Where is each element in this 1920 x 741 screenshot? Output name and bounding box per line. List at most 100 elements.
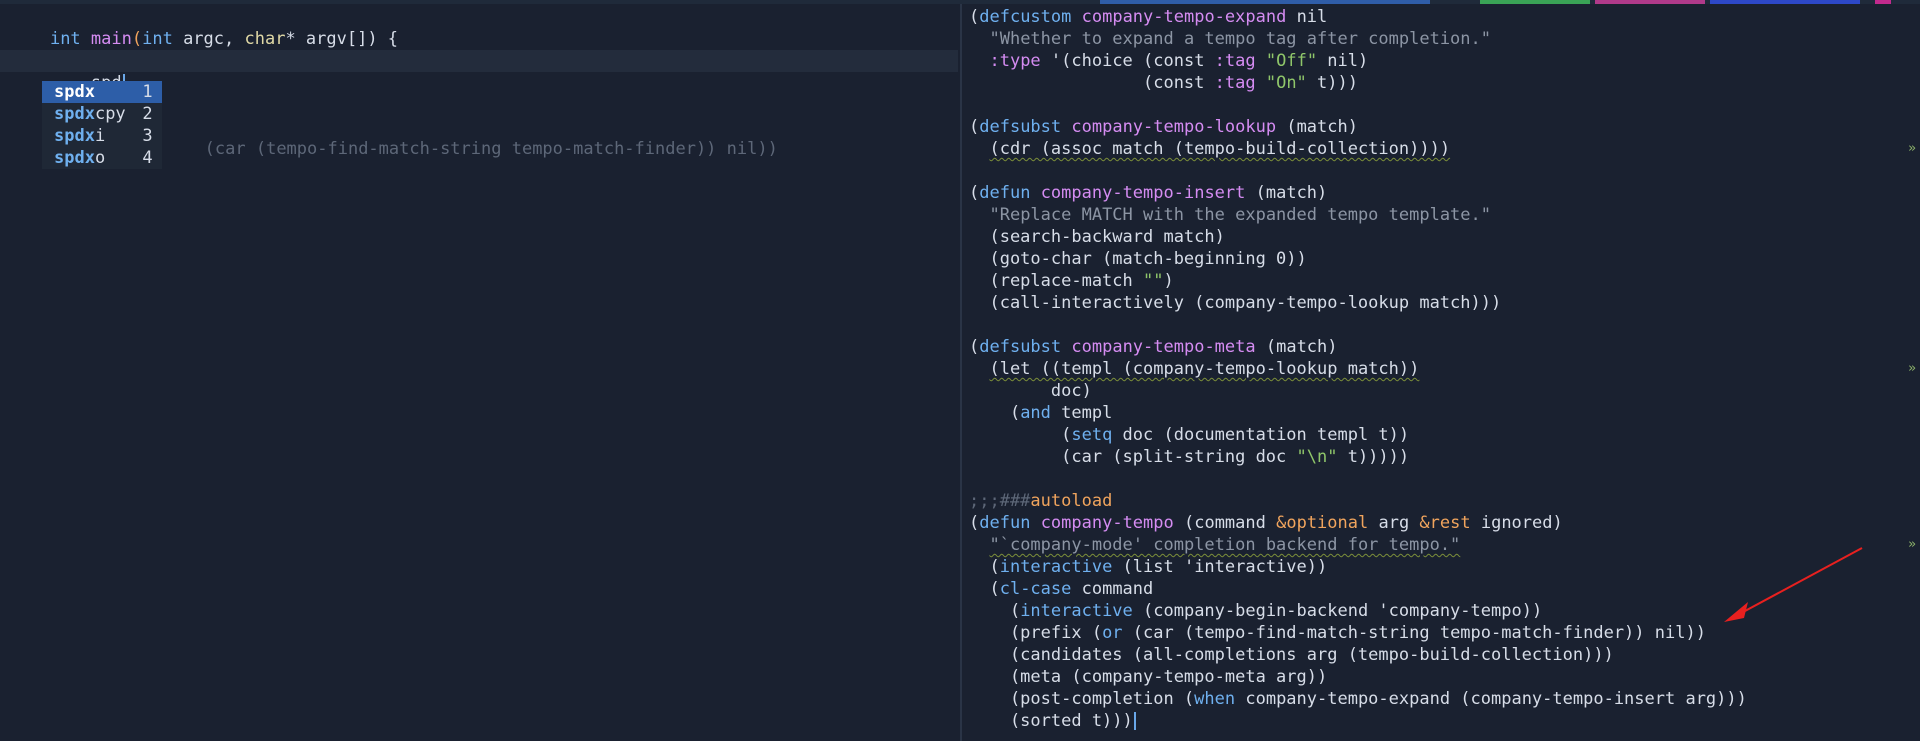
code-token: ;;;### xyxy=(969,491,1031,511)
code-line[interactable]: int main(int argc, char* argv[]) { xyxy=(0,6,958,49)
code-line[interactable]: (defsubst company-tempo-meta (match) xyxy=(963,336,1920,358)
code-line[interactable]: "Replace MATCH with the expanded tempo t… xyxy=(963,204,1920,226)
code-token: defcustom xyxy=(979,7,1072,27)
code-token: ( xyxy=(969,183,980,203)
completion-candidate[interactable]: spdxi 3 xyxy=(42,125,162,147)
code-line[interactable]: (call-interactively (company-tempo-looku… xyxy=(963,292,1920,314)
code-token: defsubst xyxy=(979,337,1062,357)
header-accent-1 xyxy=(1100,0,1430,4)
code-line[interactable]: :type '(choice (const :tag "Off" nil) xyxy=(963,50,1920,72)
code-line[interactable] xyxy=(963,314,1920,336)
code-token: (goto-char (match-beginning 0)) xyxy=(969,249,1307,269)
code-line[interactable]: doc) xyxy=(963,380,1920,402)
completion-candidate[interactable]: spdxo 4 xyxy=(42,147,162,169)
code-line[interactable]: (car (split-string doc "\n" t))))) xyxy=(963,446,1920,468)
current-line[interactable]: spd xyxy=(0,50,958,93)
code-token: cl-case xyxy=(999,579,1072,599)
code-token: (candidates (all-completions arg (tempo-… xyxy=(969,645,1614,665)
code-token: :type xyxy=(989,51,1041,71)
line-overflow-marker: » xyxy=(1908,537,1916,552)
code-token: (car (tempo-find-match-string tempo-matc… xyxy=(1122,623,1706,643)
code-token: (car (split-string doc xyxy=(969,447,1297,467)
code-line[interactable] xyxy=(963,468,1920,490)
right-editor-pane[interactable]: (defcustom company-tempo-expand nil "Whe… xyxy=(963,6,1920,741)
code-line[interactable]: (let ((templ (company-tempo-lookup match… xyxy=(963,358,1920,380)
code-line[interactable]: (search-backward match) xyxy=(963,226,1920,248)
code-line[interactable] xyxy=(963,94,1920,116)
completion-candidate[interactable]: spdx 1 xyxy=(42,81,162,103)
code-token: ) xyxy=(1163,271,1174,291)
code-line[interactable]: ;;;###autoload xyxy=(963,490,1920,512)
code-token: company-tempo-lookup xyxy=(1071,117,1277,137)
code-line[interactable]: (setq doc (documentation templ t)) xyxy=(963,424,1920,446)
code-token: (company-begin-backend 'company-tempo)) xyxy=(1132,601,1543,621)
code-token: ( xyxy=(969,601,1021,621)
code-token: ( xyxy=(969,557,1000,577)
code-line[interactable]: (replace-match "") xyxy=(963,270,1920,292)
code-line[interactable] xyxy=(963,160,1920,182)
code-line[interactable]: (goto-char (match-beginning 0)) xyxy=(963,248,1920,270)
code-line[interactable]: (defun company-tempo-insert (match) xyxy=(963,182,1920,204)
code-line[interactable]: (prefix (or (car (tempo-find-match-strin… xyxy=(963,622,1920,644)
code-token: doc) xyxy=(969,381,1092,401)
completion-candidate[interactable]: spdxcpy 2 xyxy=(42,103,162,125)
code-line[interactable]: (and templ xyxy=(963,402,1920,424)
header-accent-4 xyxy=(1710,0,1860,4)
code-token: (meta (company-tempo-meta arg)) xyxy=(969,667,1328,687)
code-token: setq xyxy=(1071,425,1113,445)
code-line[interactable]: (defcustom company-tempo-expand nil xyxy=(963,6,1920,28)
code-token: "" xyxy=(1143,271,1164,291)
code-token: interactive xyxy=(999,557,1113,577)
code-token: or xyxy=(1102,623,1123,643)
code-token: (replace-match xyxy=(969,271,1143,291)
text-cursor xyxy=(1133,712,1136,730)
code-line[interactable]: (meta (company-tempo-meta arg)) xyxy=(963,666,1920,688)
code-token: command xyxy=(1071,579,1154,599)
code-line[interactable]: "Whether to expand a tempo tag after com… xyxy=(963,28,1920,50)
code-token: ignored) xyxy=(1470,513,1563,533)
code-token: ( xyxy=(969,513,980,533)
candidate-label: spdxcpy xyxy=(54,104,126,124)
code-line[interactable]: (sorted t))) xyxy=(963,710,1920,732)
candidate-number: 1 xyxy=(142,82,153,102)
code-line[interactable]: (defun company-tempo (command &optional … xyxy=(963,512,1920,534)
code-token: interactive xyxy=(1020,601,1133,621)
code-token: '(choice (const xyxy=(1040,51,1215,71)
code-token: ( xyxy=(969,117,980,137)
code-token: nil xyxy=(1286,7,1328,27)
candidate-label: spdxi xyxy=(54,126,106,146)
code-line[interactable]: (candidates (all-completions arg (tempo-… xyxy=(963,644,1920,666)
code-token: "Replace MATCH with the expanded tempo t… xyxy=(989,205,1491,225)
header-accent-3 xyxy=(1595,0,1705,4)
candidate-number: 2 xyxy=(142,104,153,124)
code-token: templ xyxy=(1050,403,1113,423)
code-token: (match) xyxy=(1245,183,1328,203)
completion-popup[interactable]: spdx 1 spdxcpy 2 spdxi 3 spdxo 4 xyxy=(42,81,162,169)
code-token: ( xyxy=(969,425,1072,445)
code-token: "On" xyxy=(1265,73,1307,93)
code-token: :tag xyxy=(1214,73,1256,93)
code-token: defun xyxy=(979,183,1031,203)
code-token: &rest xyxy=(1419,513,1471,533)
left-editor-pane[interactable]: int main(int argc, char* argv[]) { retur… xyxy=(0,6,958,741)
window-divider[interactable] xyxy=(960,4,962,741)
code-line[interactable]: (cdr (assoc match (tempo-build-collectio… xyxy=(963,138,1920,160)
code-line[interactable]: (defsubst company-tempo-lookup (match) xyxy=(963,116,1920,138)
code-line[interactable]: (post-completion (when company-tempo-exp… xyxy=(963,688,1920,710)
code-token: doc (documentation templ t)) xyxy=(1112,425,1410,445)
code-token: "Whether to expand a tempo tag after com… xyxy=(989,29,1491,49)
code-token: ( xyxy=(969,579,1000,599)
code-token: "Off" xyxy=(1265,51,1318,71)
code-token: ( xyxy=(969,7,980,27)
code-line[interactable]: return 0; xyxy=(0,28,958,71)
code-token: arg xyxy=(1368,513,1420,533)
code-token: "\n" xyxy=(1296,447,1338,467)
code-line[interactable]: (const :tag "On" t))) xyxy=(963,72,1920,94)
code-token: ( xyxy=(969,337,980,357)
code-token: company-tempo-expand (company-tempo-inse… xyxy=(1235,689,1747,709)
